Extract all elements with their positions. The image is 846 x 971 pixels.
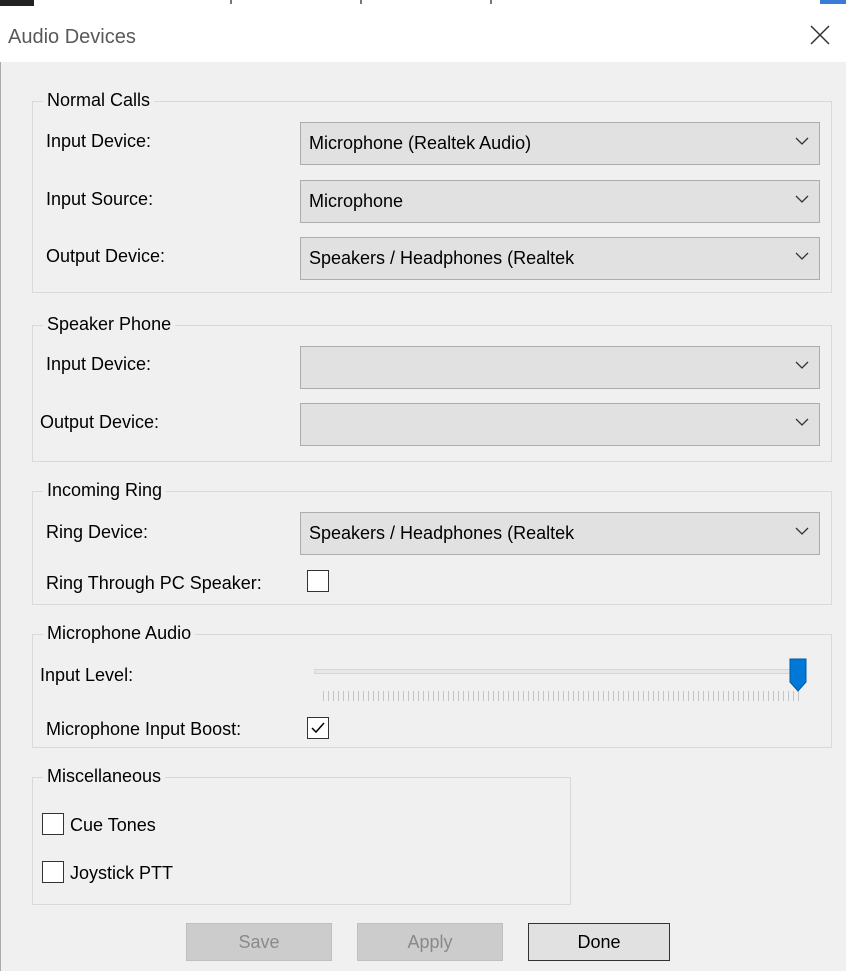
- chevron-down-icon: [795, 418, 809, 426]
- speaker-input-device-label: Input Device:: [46, 354, 152, 374]
- microphone-input-boost-checkbox[interactable]: [307, 717, 329, 739]
- normal-output-device-select[interactable]: Speakers / Headphones (Realtek: [300, 237, 820, 280]
- ring-device-select[interactable]: Speakers / Headphones (Realtek: [300, 512, 820, 555]
- window-border: [0, 10, 1, 971]
- done-button[interactable]: Done: [528, 923, 670, 961]
- chevron-down-icon: [795, 252, 809, 260]
- normal-output-device-value: Speakers / Headphones (Realtek: [309, 248, 575, 268]
- ring-device-label: Ring Device:: [46, 522, 149, 542]
- title-bar: Audio Devices: [0, 10, 846, 62]
- chevron-down-icon: [795, 195, 809, 203]
- input-level-label: Input Level:: [40, 665, 134, 685]
- speaker-output-device-label: Output Device:: [40, 412, 160, 432]
- microphone-audio-legend: Microphone Audio: [43, 623, 196, 644]
- normal-output-device-label: Output Device:: [46, 246, 166, 266]
- cue-tones-label[interactable]: Cue Tones: [70, 815, 156, 836]
- window-title: Audio Devices: [8, 26, 136, 48]
- joystick-ptt-checkbox[interactable]: [42, 861, 64, 883]
- input-level-slider-thumb[interactable]: [789, 658, 807, 692]
- normal-calls-legend: Normal Calls: [43, 90, 155, 111]
- chevron-down-icon: [795, 527, 809, 535]
- miscellaneous-legend: Miscellaneous: [43, 766, 166, 787]
- normal-input-source-value: Microphone: [309, 191, 404, 211]
- speaker-input-device-select[interactable]: [300, 346, 820, 389]
- chevron-down-icon: [795, 361, 809, 369]
- normal-input-device-label: Input Device:: [46, 131, 152, 151]
- ring-device-value: Speakers / Headphones (Realtek: [309, 523, 575, 543]
- normal-input-device-value: Microphone (Realtek Audio): [309, 133, 532, 153]
- input-level-slider-track[interactable]: [314, 669, 800, 674]
- speaker-phone-legend: Speaker Phone: [43, 314, 176, 335]
- close-icon[interactable]: [808, 23, 832, 47]
- joystick-ptt-label[interactable]: Joystick PTT: [70, 863, 173, 884]
- cue-tones-checkbox[interactable]: [42, 813, 64, 835]
- normal-input-device-select[interactable]: Microphone (Realtek Audio): [300, 122, 820, 165]
- apply-button[interactable]: Apply: [357, 923, 503, 961]
- incoming-ring-legend: Incoming Ring: [43, 480, 167, 501]
- miscellaneous-group: Miscellaneous: [32, 766, 571, 905]
- microphone-input-boost-label: Microphone Input Boost:: [46, 719, 242, 739]
- ring-through-pc-speaker-label: Ring Through PC Speaker:: [46, 573, 262, 593]
- chevron-down-icon: [795, 137, 809, 145]
- ring-through-pc-speaker-checkbox[interactable]: [307, 570, 329, 592]
- normal-input-source-select[interactable]: Microphone: [300, 180, 820, 223]
- background-window-strip: [0, 0, 846, 10]
- checkmark-icon: [311, 722, 325, 734]
- speaker-output-device-select[interactable]: [300, 403, 820, 446]
- normal-input-source-label: Input Source:: [46, 189, 154, 209]
- input-level-slider-ticks: [323, 691, 799, 701]
- save-button[interactable]: Save: [186, 923, 332, 961]
